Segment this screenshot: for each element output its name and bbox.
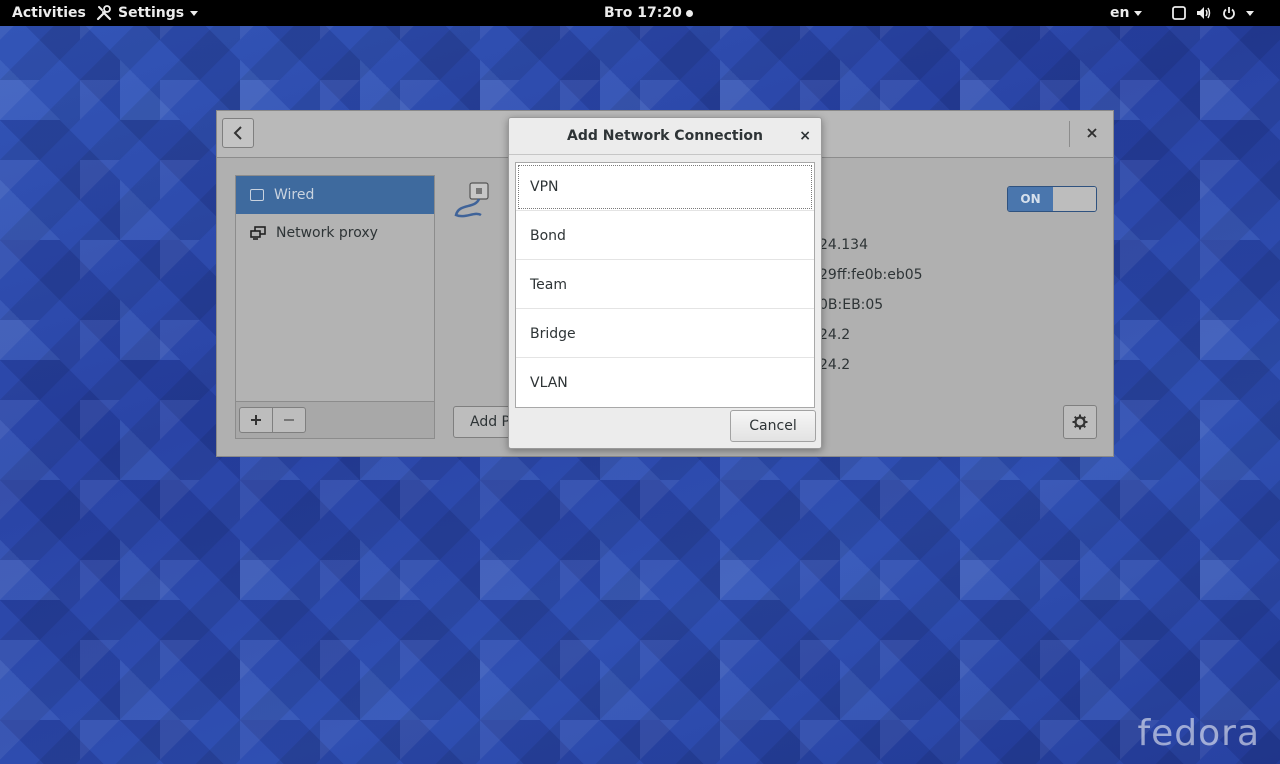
- connection-type-bond[interactable]: Bond: [516, 212, 814, 260]
- sidebar-item-label: Wired: [274, 187, 315, 203]
- dialog-close-button[interactable]: ×: [799, 118, 811, 154]
- remove-connection-button[interactable]: [272, 407, 306, 433]
- chevron-left-icon: [233, 126, 242, 140]
- sidebar-item-label: Network proxy: [276, 225, 378, 241]
- default-route-value: 24.2: [819, 327, 851, 343]
- connection-type-vpn[interactable]: VPN: [516, 163, 814, 211]
- settings-tools-icon: [96, 5, 112, 21]
- plus-icon: [251, 415, 261, 425]
- activities-button[interactable]: Activities: [12, 0, 86, 26]
- gear-icon: [1072, 414, 1088, 430]
- top-bar: Activities Settings Вто 17:20 en: [0, 0, 1280, 26]
- header-separator: [1069, 121, 1070, 147]
- sidebar-item-wired[interactable]: Wired: [236, 176, 434, 214]
- language-selector[interactable]: en: [1110, 0, 1143, 26]
- fedora-logo: fedora: [1137, 713, 1260, 754]
- ipv6-address-value: 29ff:fe0b:eb05: [819, 267, 923, 283]
- dialog-title: Add Network Connection: [509, 118, 821, 155]
- connection-type-vlan[interactable]: VLAN: [516, 359, 814, 407]
- minus-icon: [284, 419, 294, 421]
- proxy-icon: [250, 226, 266, 240]
- cancel-button[interactable]: Cancel: [730, 410, 816, 442]
- connection-switch[interactable]: ON: [1007, 186, 1097, 212]
- switch-knob: [1053, 187, 1096, 211]
- connection-type-team[interactable]: Team: [516, 261, 814, 309]
- app-menu-button[interactable]: Settings: [96, 0, 199, 26]
- sidebar-toolbar: [236, 401, 434, 438]
- switch-on-label: ON: [1008, 187, 1053, 211]
- chevron-down-icon: [1246, 10, 1254, 16]
- sidebar-item-network-proxy[interactable]: Network proxy: [236, 214, 434, 252]
- clock[interactable]: Вто 17:20: [604, 0, 693, 26]
- language-label: en: [1110, 5, 1130, 21]
- window-close-button[interactable]: [1083, 121, 1101, 147]
- wired-connection-icon: [454, 182, 489, 218]
- window-icon: [1172, 6, 1186, 20]
- settings-gear-button[interactable]: [1063, 405, 1097, 439]
- ipv4-address-value: 24.134: [819, 237, 868, 253]
- ethernet-icon: [250, 189, 264, 201]
- clock-label: Вто 17:20: [604, 5, 682, 21]
- connection-type-list: VPN Bond Team Bridge VLAN: [515, 162, 815, 408]
- add-network-connection-dialog: Add Network Connection × VPN Bond Team B…: [508, 117, 822, 449]
- back-button[interactable]: [222, 118, 254, 148]
- app-menu-label: Settings: [118, 5, 185, 21]
- system-tray[interactable]: [1172, 0, 1254, 26]
- connection-type-bridge[interactable]: Bridge: [516, 310, 814, 358]
- close-icon: [1087, 128, 1097, 138]
- chevron-down-icon: [190, 10, 199, 16]
- add-connection-button[interactable]: [239, 407, 273, 433]
- notification-dot-icon: [685, 9, 693, 17]
- volume-icon: [1197, 7, 1211, 19]
- dns-value: 24.2: [819, 357, 851, 373]
- device-sidebar: Wired Network proxy: [235, 175, 435, 439]
- power-icon: [1223, 7, 1235, 20]
- hardware-address-value: 0B:EB:05: [819, 297, 884, 313]
- chevron-down-icon: [1134, 10, 1143, 16]
